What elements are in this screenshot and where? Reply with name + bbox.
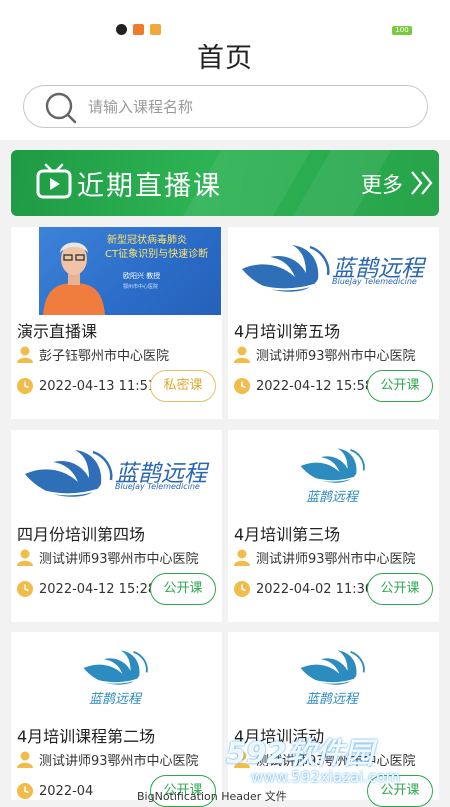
- host-name: 测试讲师93鄂州市中心医院: [39, 552, 199, 567]
- course-title: 演示直播课: [17, 322, 98, 341]
- course-title: 4月培训课程第二场: [17, 727, 156, 746]
- course-host: 测试讲师93鄂州市中心医院: [234, 548, 416, 567]
- course-card[interactable]: 蓝鹊远程 BlueJay Telemedicine 四月份培训第四场 测试讲师9…: [11, 430, 222, 622]
- more-link[interactable]: 更多: [361, 169, 403, 199]
- search-icon: [45, 92, 77, 124]
- clock-icon: [17, 783, 33, 799]
- bluejay-logo-icon: [242, 245, 330, 292]
- logo-text-en: BlueJay Telemedicine: [332, 277, 417, 286]
- course-time: 2022-04-12 15:28: [17, 581, 156, 597]
- status-bar: 100: [0, 0, 450, 36]
- logo-text-cn: 蓝鹊远程: [306, 490, 359, 505]
- person-icon: [234, 549, 250, 566]
- watermark-brand: 592软件园: [226, 736, 374, 770]
- bluejay-logo-icon: [300, 650, 365, 685]
- course-host: 测试讲师93鄂州市中心医院: [17, 750, 199, 769]
- battery-icon: 100: [392, 26, 412, 35]
- course-time: 2022-04-02 11:30: [234, 581, 373, 597]
- course-card[interactable]: 新型冠状病毒肺炎 CT征象识别与快速诊断 欧阳兴 教授 鄂州市中心医院 演示直播…: [11, 227, 222, 419]
- slide-title-1: 新型冠状病毒肺炎: [107, 235, 187, 246]
- host-name: 测试讲师93鄂州市中心医院: [39, 754, 199, 769]
- host-name: 彭子钰鄂州市中心医院: [39, 349, 170, 364]
- public-course-tag[interactable]: 公开课: [367, 573, 433, 605]
- logo-text-en: BlueJay Telemedicine: [115, 482, 200, 491]
- lecture-slide: 新型冠状病毒肺炎 CT征象识别与快速诊断 欧阳兴 教授 鄂州市中心医院: [39, 227, 221, 315]
- person-icon: [17, 549, 33, 566]
- course-time: 2022-04-12 15:58: [234, 378, 373, 394]
- public-course-tag[interactable]: 公开课: [150, 573, 216, 605]
- person-icon: [234, 346, 250, 363]
- course-card[interactable]: 蓝鹊远程 4月培训第三场 测试讲师93鄂州市中心医院 2022-04-02 11…: [228, 430, 439, 622]
- course-thumbnail: 蓝鹊远程 BlueJay Telemedicine: [228, 227, 439, 315]
- clock-icon: [234, 581, 250, 597]
- header: 首页: [0, 36, 450, 140]
- course-host: 彭子钰鄂州市中心医院: [17, 345, 169, 364]
- public-course-tag[interactable]: 公开课: [367, 370, 433, 402]
- time-text: 2022-04: [39, 783, 94, 799]
- course-title: 4月培训第三场: [234, 525, 341, 544]
- mi-icon: [133, 24, 144, 35]
- course-host: 测试讲师93鄂州市中心医院: [17, 548, 199, 567]
- course-time: 2022-04-13 11:51: [17, 378, 156, 394]
- host-name: 测试讲师93鄂州市中心医院: [256, 349, 416, 364]
- search-input[interactable]: [88, 96, 408, 118]
- search-bar[interactable]: [23, 85, 428, 128]
- host-name: 测试讲师93鄂州市中心医院: [256, 552, 416, 567]
- watermark-url: www.592xiazai.com: [251, 768, 401, 786]
- slide-title-2: CT征象识别与快速诊断: [105, 249, 209, 260]
- banner-title: 近期直播课: [77, 171, 222, 202]
- double-chevron-right-icon[interactable]: [409, 170, 435, 196]
- bluejay-logo-icon: [25, 450, 113, 497]
- time-text: 2022-04-02 11:30: [256, 581, 374, 597]
- course-title: 4月培训第五场: [234, 322, 341, 341]
- course-title: 四月份培训第四场: [17, 525, 146, 544]
- lecturer-photo: [43, 242, 105, 315]
- live-courses-banner[interactable]: 近期直播课 更多: [11, 150, 439, 216]
- course-time: 2022-04: [17, 783, 93, 799]
- course-thumbnail: 蓝鹊远程 BlueJay Telemedicine: [11, 430, 222, 518]
- notification-text: BigNotification Header 文件: [137, 790, 287, 803]
- course-thumbnail: 新型冠状病毒肺炎 CT征象识别与快速诊断 欧阳兴 教授 鄂州市中心医院: [11, 227, 222, 315]
- time-text: 2022-04-13 11:51: [39, 378, 157, 394]
- message-icon: [150, 24, 161, 35]
- course-thumbnail: 蓝鹊远程: [11, 632, 222, 720]
- course-thumbnail: 蓝鹊远程: [228, 632, 439, 720]
- bluejay-logo-icon: [300, 448, 365, 483]
- qq-icon: [116, 24, 127, 35]
- course-host: 测试讲师93鄂州市中心医院: [234, 345, 416, 364]
- person-icon: [17, 346, 33, 363]
- time-text: 2022-04-12 15:58: [256, 378, 374, 394]
- page-title: 首页: [197, 43, 253, 74]
- logo-text-cn: 蓝鹊远程: [306, 692, 359, 707]
- tv-icon: [36, 163, 72, 199]
- person-icon: [17, 751, 33, 768]
- clock-icon: [17, 378, 33, 394]
- logo-text-cn: 蓝鹊远程: [89, 692, 142, 707]
- clock-icon: [17, 581, 33, 597]
- status-icons: [116, 24, 161, 35]
- private-course-tag[interactable]: 私密课: [150, 370, 216, 402]
- slide-speaker: 欧阳兴 教授: [123, 272, 161, 280]
- course-thumbnail: 蓝鹊远程: [228, 430, 439, 518]
- course-card[interactable]: 蓝鹊远程 BlueJay Telemedicine 4月培训第五场 测试讲师93…: [228, 227, 439, 419]
- course-card[interactable]: 蓝鹊远程 4月培训课程第二场 测试讲师93鄂州市中心医院 2022-04 公开课: [11, 632, 222, 807]
- bluejay-logo-icon: [83, 650, 148, 685]
- slide-affiliation: 鄂州市中心医院: [123, 284, 159, 290]
- time-text: 2022-04-12 15:28: [39, 581, 157, 597]
- clock-icon: [234, 378, 250, 394]
